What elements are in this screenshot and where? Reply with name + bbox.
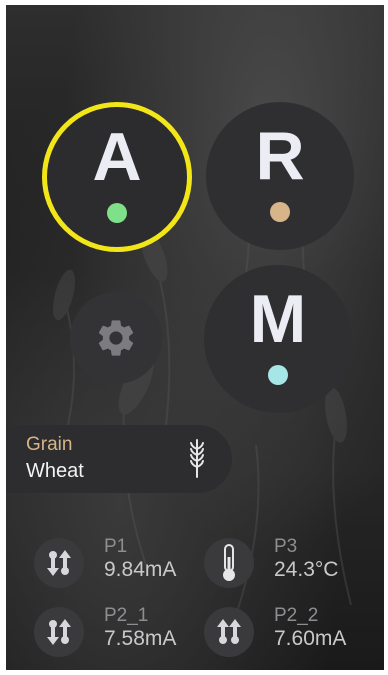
mode-a-button[interactable]: A (42, 102, 192, 252)
sensor-p2-2-name: P2_2 (274, 605, 319, 626)
sensor-p2-2-value: 7.60mA (274, 627, 347, 650)
mode-a-letter: A (92, 119, 142, 195)
sensor-p1-name: P1 (104, 536, 128, 557)
settings-button[interactable] (70, 292, 162, 384)
mode-m-status-dot (268, 365, 288, 385)
sensor-p2-1-value: 7.58mA (104, 627, 177, 650)
wheat-icon (190, 439, 204, 478)
gear-icon (98, 320, 134, 356)
mode-m-button[interactable]: M (204, 265, 352, 413)
sensor-p2-1-name: P2_1 (104, 605, 149, 626)
app-screen: A R M Grain Wheat P1 9.84mA P3 24.3°C P2… (6, 5, 384, 670)
grain-value: Wheat (26, 460, 84, 482)
pressure-arrows-icon (34, 538, 84, 588)
mode-a-status-dot (107, 203, 127, 223)
mode-r-status-dot (270, 202, 290, 222)
sensor-p3-value: 24.3°C (274, 558, 339, 581)
pressure-arrows-icon (204, 607, 254, 657)
mode-r-button[interactable]: R (206, 102, 354, 250)
mode-m-letter: M (249, 281, 307, 357)
sensor-p3-name: P3 (274, 536, 298, 557)
thermometer-icon (204, 538, 254, 588)
sensor-p1-value: 9.84mA (104, 558, 177, 581)
grain-label: Grain (26, 434, 73, 455)
pressure-arrows-icon (34, 607, 84, 657)
mode-r-letter: R (255, 118, 305, 194)
grain-selector[interactable]: Grain Wheat (6, 425, 232, 493)
